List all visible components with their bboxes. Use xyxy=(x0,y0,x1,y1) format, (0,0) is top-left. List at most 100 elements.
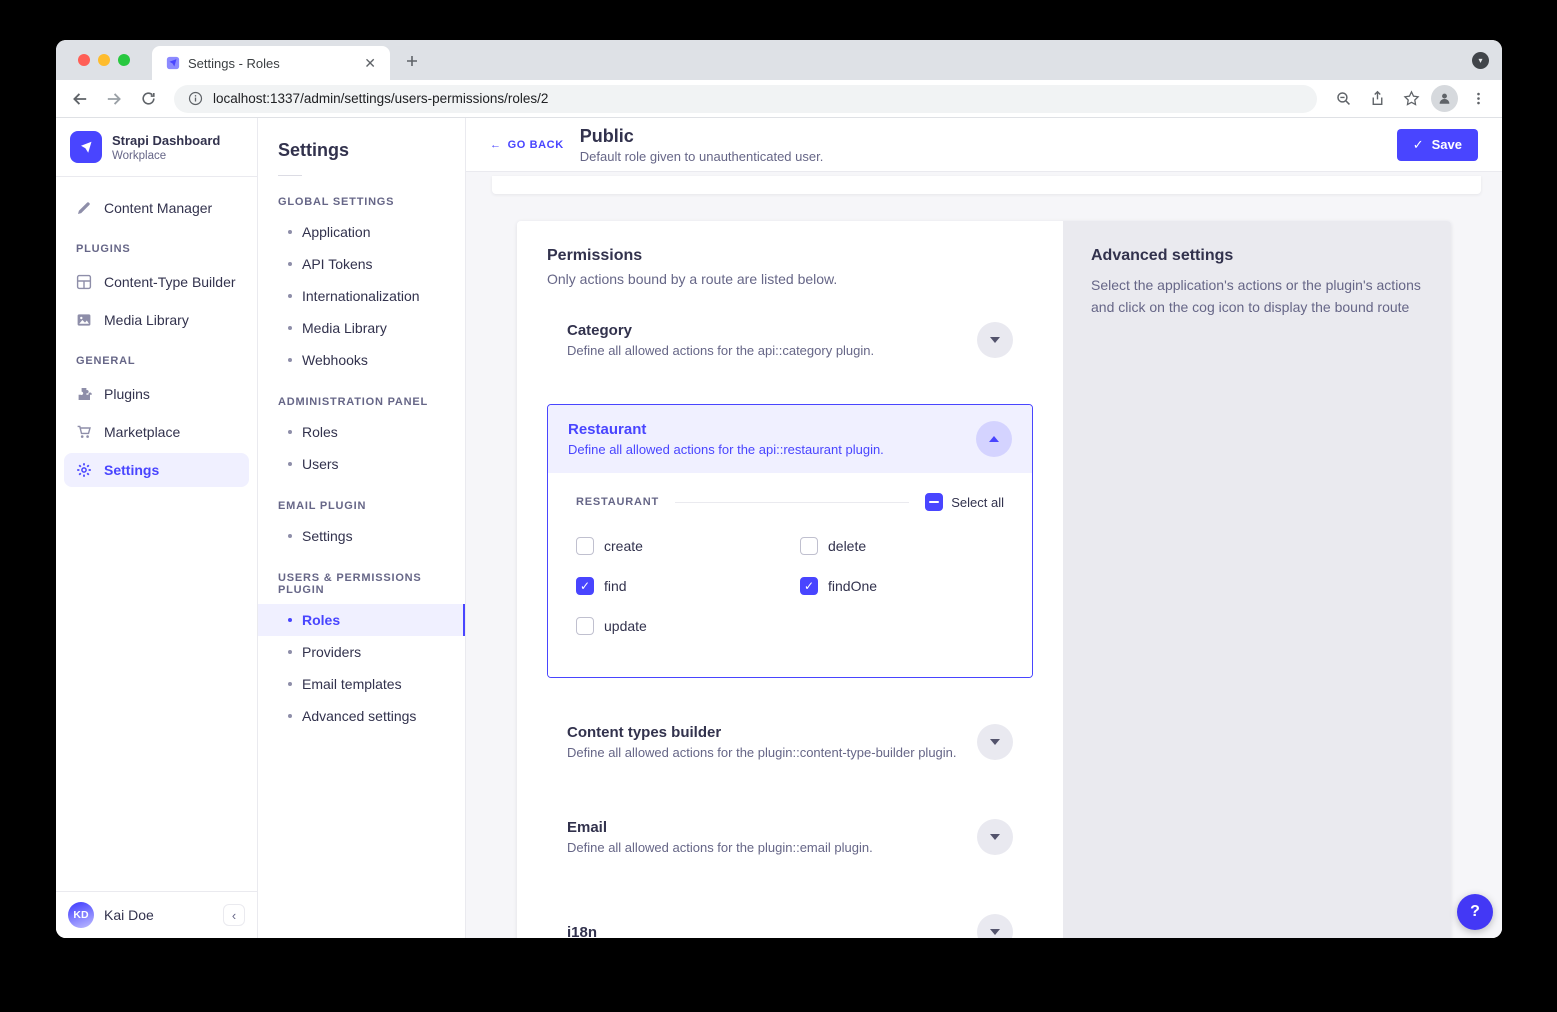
sidebar-item-content-manager[interactable]: Content Manager xyxy=(64,191,249,225)
sidebar-section-general: GENERAL xyxy=(76,355,237,367)
workspace-brand[interactable]: Strapi Dashboard Workplace xyxy=(56,118,257,177)
chevron-down-icon xyxy=(990,739,1000,745)
share-icon[interactable] xyxy=(1363,85,1391,113)
update-checkbox[interactable] xyxy=(576,617,594,635)
puzzle-icon xyxy=(76,386,92,402)
action-findone[interactable]: findOne xyxy=(800,577,1004,595)
bookmark-star-icon[interactable] xyxy=(1397,85,1425,113)
collapse-restaurant-button[interactable] xyxy=(976,421,1012,457)
settings-nav-item-label: Application xyxy=(302,224,371,240)
settings-nav-item-media-library[interactable]: Media Library xyxy=(258,312,465,344)
forward-button[interactable] xyxy=(100,85,128,113)
accordion-list: Category Define all allowed actions for … xyxy=(547,309,1033,938)
sidebar-item-content-type-builder[interactable]: Content-Type Builder xyxy=(64,265,249,299)
chevron-down-icon xyxy=(990,337,1000,343)
reload-button[interactable] xyxy=(134,85,162,113)
sidebar-item-plugins[interactable]: Plugins xyxy=(64,377,249,411)
settings-nav-item-admin-users[interactable]: Users xyxy=(258,448,465,480)
settings-nav-item-label: Webhooks xyxy=(302,352,368,368)
browser-tab[interactable]: Settings - Roles ✕ xyxy=(152,46,390,80)
settings-nav-item-webhooks[interactable]: Webhooks xyxy=(258,344,465,376)
action-update[interactable]: update xyxy=(576,617,800,635)
zoom-icon[interactable] xyxy=(1329,85,1357,113)
accordion-text: Restaurant Define all allowed actions fo… xyxy=(568,421,884,457)
delete-checkbox[interactable] xyxy=(800,537,818,555)
settings-nav-item-internationalization[interactable]: Internationalization xyxy=(258,280,465,312)
expand-category-button[interactable] xyxy=(977,322,1013,358)
go-back-link[interactable]: ← GO BACK xyxy=(490,139,564,151)
settings-nav-item-label: Settings xyxy=(302,528,353,544)
settings-nav-item-label: Media Library xyxy=(302,320,387,336)
content-scroll-area[interactable]: Permissions Only actions bound by a rout… xyxy=(466,172,1502,938)
browser-menu-icon[interactable] xyxy=(1464,85,1492,113)
select-all-checkbox[interactable] xyxy=(925,493,943,511)
permissions-card: Permissions Only actions bound by a rout… xyxy=(517,221,1451,938)
accordion-email[interactable]: Email Define all allowed actions for the… xyxy=(547,806,1033,868)
sidebar-item-label: Content-Type Builder xyxy=(104,274,236,290)
bullet-icon xyxy=(288,650,292,654)
expand-i18n-button[interactable] xyxy=(977,914,1013,938)
accordion-restaurant-expanded: Restaurant Define all allowed actions fo… xyxy=(547,404,1033,678)
action-create[interactable]: create xyxy=(576,537,800,555)
settings-nav-item-advanced-settings[interactable]: Advanced settings xyxy=(258,700,465,732)
sidebar-item-marketplace[interactable]: Marketplace xyxy=(64,415,249,449)
advanced-settings-title: Advanced settings xyxy=(1091,247,1423,265)
new-tab-button[interactable] xyxy=(400,49,424,73)
settings-nav-item-admin-roles[interactable]: Roles xyxy=(258,416,465,448)
accordion-restaurant-header[interactable]: Restaurant Define all allowed actions fo… xyxy=(548,405,1032,473)
settings-nav-item-api-tokens[interactable]: API Tokens xyxy=(258,248,465,280)
settings-nav-item-email-settings[interactable]: Settings xyxy=(258,520,465,552)
browser-profile-avatar[interactable] xyxy=(1431,85,1458,112)
settings-nav-item-email-templates[interactable]: Email templates xyxy=(258,668,465,700)
accordion-i18n[interactable]: i18n xyxy=(547,901,1033,938)
settings-nav-item-label: Roles xyxy=(302,612,340,628)
group-label: RESTAURANT xyxy=(576,496,659,508)
settings-nav-item-providers[interactable]: Providers xyxy=(258,636,465,668)
strapi-favicon-icon xyxy=(166,56,180,70)
save-button[interactable]: ✓ Save xyxy=(1397,129,1478,161)
accordion-subtitle: Define all allowed actions for the plugi… xyxy=(567,745,957,760)
accordion-title: Restaurant xyxy=(568,421,884,438)
back-button[interactable] xyxy=(66,85,94,113)
action-label: delete xyxy=(828,538,866,554)
accordion-title: Content types builder xyxy=(567,724,957,741)
tab-close-icon[interactable]: ✕ xyxy=(360,54,380,72)
accordion-content-types-builder[interactable]: Content types builder Define all allowed… xyxy=(547,711,1033,773)
role-details-card-bottom xyxy=(492,176,1481,194)
bullet-icon xyxy=(288,430,292,434)
maximize-window-button[interactable] xyxy=(118,54,130,66)
url-text: localhost:1337/admin/settings/users-perm… xyxy=(213,91,548,106)
bullet-icon xyxy=(288,682,292,686)
accordion-subtitle: Define all allowed actions for the api::… xyxy=(567,343,874,358)
tab-search-button[interactable]: ▾ xyxy=(1472,52,1489,69)
findone-checkbox[interactable] xyxy=(800,577,818,595)
help-button[interactable]: ? xyxy=(1457,894,1493,930)
collapse-sidebar-button[interactable]: ‹ xyxy=(223,904,245,926)
user-avatar[interactable]: KD xyxy=(68,902,94,928)
page-title-block: Public Default role given to unauthentic… xyxy=(580,126,824,164)
layout-icon xyxy=(76,274,92,290)
select-all-control[interactable]: Select all xyxy=(925,493,1004,511)
sidebar-item-media-library[interactable]: Media Library xyxy=(64,303,249,337)
strapi-admin-app: Strapi Dashboard Workplace Content Manag… xyxy=(56,118,1502,938)
action-find[interactable]: find xyxy=(576,577,800,595)
divider xyxy=(675,502,909,503)
expand-email-button[interactable] xyxy=(977,819,1013,855)
page-title: Public xyxy=(580,126,824,147)
action-delete[interactable]: delete xyxy=(800,537,1004,555)
expand-content-types-builder-button[interactable] xyxy=(977,724,1013,760)
accordion-category[interactable]: Category Define all allowed actions for … xyxy=(547,309,1033,371)
settings-nav-item-up-roles[interactable]: Roles xyxy=(258,604,465,636)
settings-nav-item-application[interactable]: Application xyxy=(258,216,465,248)
advanced-settings-panel: Advanced settings Select the application… xyxy=(1063,221,1451,938)
minimize-window-button[interactable] xyxy=(98,54,110,66)
site-info-icon[interactable] xyxy=(188,91,203,106)
sidebar-item-settings[interactable]: Settings xyxy=(64,453,249,487)
find-checkbox[interactable] xyxy=(576,577,594,595)
accordion-title: i18n xyxy=(567,924,597,939)
create-checkbox[interactable] xyxy=(576,537,594,555)
chevron-down-icon xyxy=(990,834,1000,840)
close-window-button[interactable] xyxy=(78,54,90,66)
sidebar-section-plugins: PLUGINS xyxy=(76,243,237,255)
address-bar[interactable]: localhost:1337/admin/settings/users-perm… xyxy=(174,85,1317,113)
